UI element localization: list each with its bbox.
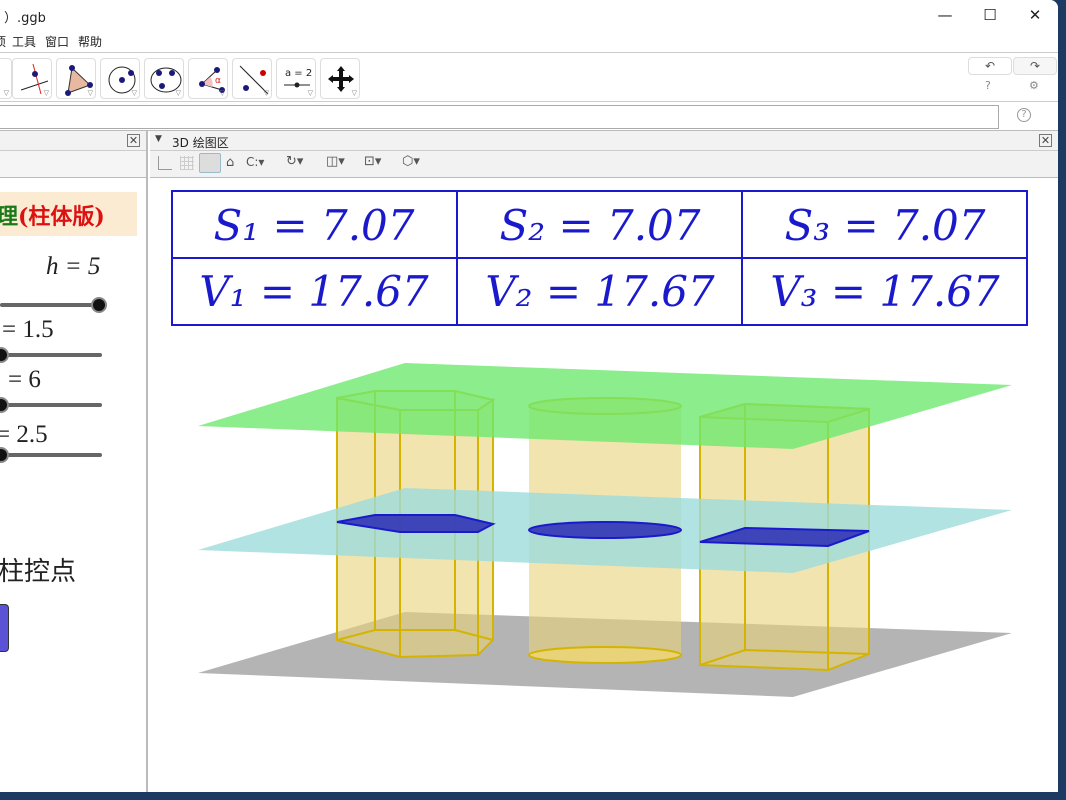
tool-bar: ▽ ▽ ▽ ▽ ▽ α ▽ ▽ a = 2 ▽ ▽ ↶ ↷ ? ⚙: [0, 52, 1058, 102]
3d-view-title: 3D 绘图区: [172, 136, 229, 150]
view-direction-icon[interactable]: ◫▾: [326, 154, 345, 169]
settings-gear-icon[interactable]: ⚙: [1029, 79, 1039, 92]
clipping-icon[interactable]: C:▾: [246, 155, 264, 169]
3d-view-header: ▼ 3D 绘图区 ✕: [150, 131, 1058, 151]
slider-2-knob[interactable]: [0, 347, 9, 363]
menu-tools[interactable]: 工具: [12, 33, 36, 50]
rotate-view-icon[interactable]: ↻▾: [286, 154, 303, 169]
slider-tool-label: a = 2: [285, 68, 312, 79]
cube-icon[interactable]: ⬡▾: [402, 154, 420, 169]
panel-header: ✕: [0, 131, 146, 151]
s2-value: S₂ = 7.07: [499, 201, 700, 250]
slider-h-knob[interactable]: [91, 297, 107, 313]
3d-view-panel: ▼ 3D 绘图区 ✕ ⌂ C:▾ ↻▾ ◫▾ ⊡▾ ⬡▾ S₁ = 7.07 S…: [150, 131, 1058, 792]
title-bar: ）.ggb — ☐ ✕: [0, 0, 1058, 30]
slider-4-knob[interactable]: [0, 447, 9, 463]
axes-toggle-icon[interactable]: [158, 156, 172, 170]
v3-value: V₃ = 17.67: [770, 267, 1000, 316]
reflect-tool[interactable]: ▽: [232, 58, 272, 99]
projection-icon[interactable]: ⊡▾: [364, 154, 381, 169]
menu-bar: 项 工具 窗口 帮助: [0, 30, 1058, 52]
menu-options[interactable]: 项: [0, 33, 6, 50]
slider-label-h: h = 5: [46, 253, 101, 280]
slider-2[interactable]: [0, 353, 102, 357]
panel-style-bar: [0, 151, 146, 178]
circle-tool[interactable]: ▽: [100, 58, 140, 99]
s1-value: S₁ = 7.07: [213, 201, 414, 250]
title-box: 理(柱体版): [0, 192, 137, 236]
top-plane: [198, 363, 1012, 449]
grid-toggle-icon[interactable]: [180, 156, 194, 170]
slider-label-3: = 6: [8, 366, 41, 393]
close-panel-button[interactable]: ✕: [127, 134, 140, 147]
conic-tool[interactable]: ▽: [144, 58, 184, 99]
v2-value: V₂ = 17.67: [485, 267, 715, 316]
minimize-button[interactable]: —: [922, 4, 968, 26]
close-3d-view-button[interactable]: ✕: [1039, 134, 1052, 147]
collapse-icon[interactable]: ▼: [155, 134, 162, 144]
plane-toggle-icon[interactable]: [199, 153, 221, 173]
perpendicular-line-tool[interactable]: ▽: [12, 58, 52, 99]
menu-window[interactable]: 窗口: [45, 33, 69, 50]
polygon-tool[interactable]: ▽: [56, 58, 96, 99]
slider-4[interactable]: [0, 453, 102, 457]
slider-3-knob[interactable]: [0, 397, 9, 413]
slider-tool[interactable]: a = 2 ▽: [276, 58, 316, 99]
angle-tool[interactable]: α ▽: [188, 58, 228, 99]
3d-style-bar: ⌂ C:▾ ↻▾ ◫▾ ⊡▾ ⬡▾: [150, 151, 1058, 178]
slider-label-4: = 2.5: [0, 421, 48, 448]
algebra-input[interactable]: [0, 105, 999, 129]
slider-label-2: = 1.5: [2, 316, 54, 343]
redo-button[interactable]: ↷: [1013, 57, 1057, 75]
svg-text:α: α: [215, 76, 221, 86]
menu-help[interactable]: 帮助: [78, 33, 102, 50]
control-point-text: 柱控点: [0, 557, 77, 586]
help-icon[interactable]: ?: [985, 79, 991, 92]
home-icon[interactable]: ⌂: [226, 155, 234, 170]
circle-cross-section: [528, 521, 682, 539]
slider-3[interactable]: [0, 403, 102, 407]
title-prefix: 理: [0, 204, 19, 230]
slider-h[interactable]: [0, 303, 100, 307]
3d-canvas[interactable]: S₁ = 7.07 S₂ = 7.07 S₃ = 7.07 V₁ = 17.67…: [150, 178, 1058, 792]
close-button[interactable]: ✕: [1012, 4, 1058, 26]
move-graphics-tool[interactable]: ▽: [320, 58, 360, 99]
graphics-view-panel: ✕ 理(柱体版) h = 5 = 1.5 = 6 = 2.5 柱控点: [0, 131, 148, 792]
line-tool[interactable]: ▽: [0, 58, 12, 99]
title-main: (柱体版): [18, 204, 105, 230]
input-help-icon[interactable]: ?: [1017, 108, 1031, 122]
input-bar: ?: [0, 102, 1058, 131]
s3-value: S₃ = 7.07: [784, 201, 985, 250]
geogebra-window: ）.ggb — ☐ ✕ 项 工具 窗口 帮助 ▽ ▽ ▽ ▽ ▽ α ▽ ▽ a …: [0, 0, 1058, 792]
v1-value: V₁ = 17.67: [199, 267, 429, 316]
action-button[interactable]: [0, 604, 9, 652]
undo-button[interactable]: ↶: [968, 57, 1012, 75]
window-title: ）.ggb: [4, 11, 46, 26]
maximize-button[interactable]: ☐: [967, 4, 1013, 26]
